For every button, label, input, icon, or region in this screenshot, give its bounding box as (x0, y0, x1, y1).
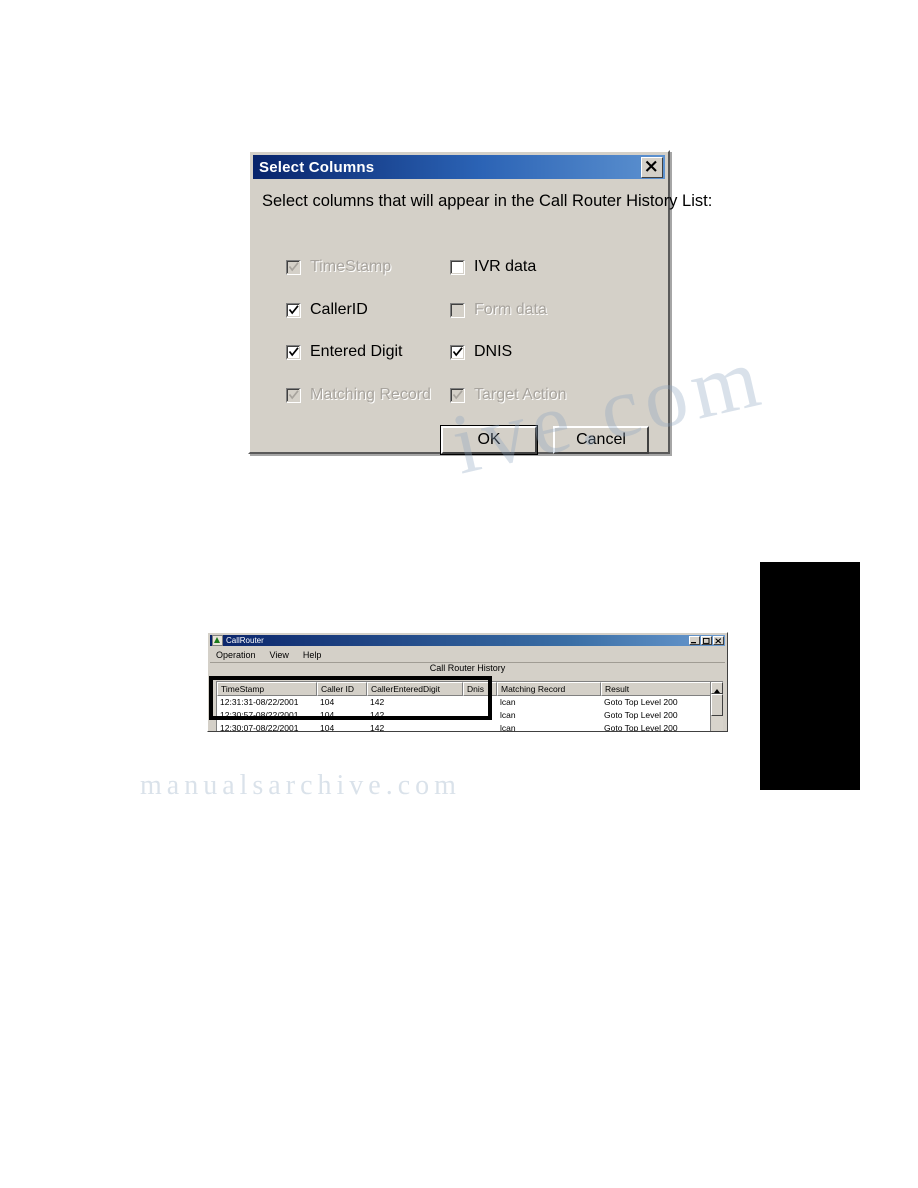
column-header-matching-record[interactable]: Matching Record (497, 682, 601, 696)
column-header-timestamp[interactable]: TimeStamp (217, 682, 317, 696)
maximize-button[interactable] (701, 636, 712, 645)
callrouter-menubar: Operation View Help (210, 648, 725, 663)
cell-matching-record: lcan (500, 710, 516, 720)
checkbox-callerid-label: CallerID (310, 301, 368, 318)
callrouter-window: CallRouter Operation View Help Call Rout… (207, 632, 728, 732)
scroll-up-button[interactable] (711, 682, 723, 694)
column-header-callerid[interactable]: Caller ID (317, 682, 367, 696)
cell-callerid: 104 (320, 697, 335, 707)
checkbox-target-action: Target Action (450, 386, 567, 404)
redaction-block (760, 562, 860, 790)
cell-callerid: 104 (320, 723, 335, 731)
scrollbar-thumb[interactable] (711, 694, 723, 716)
column-header-result[interactable]: Result (601, 682, 711, 696)
cell-dnis (463, 722, 497, 731)
cell-matching-record: lcan (500, 697, 516, 707)
checkbox-entered-digit-label: Entered Digit (310, 343, 403, 360)
cell-timestamp: 12:31:31-08/22/2001 (220, 697, 299, 707)
cell-matching-record: lcan (500, 723, 516, 731)
cell-entereddigit: 142 (370, 697, 385, 707)
check-icon (288, 304, 299, 314)
maximize-icon (703, 638, 710, 644)
cell-timestamp: 12:30:57-08/22/2001 (220, 710, 299, 720)
table-row[interactable]: 12:30:07-08/22/2001 104 142 lcan Goto To… (217, 722, 723, 731)
select-columns-dialog: Select Columns Select columns that will … (248, 150, 712, 455)
callrouter-app-icon (212, 635, 223, 646)
cell-result: Goto Top Level 200 (604, 697, 678, 707)
dialog-title: Select Columns (259, 158, 375, 176)
table-row[interactable]: 12:31:31-08/22/2001 104 142 lcan Goto To… (217, 696, 723, 709)
checkbox-ivr-data[interactable]: IVR data (450, 258, 536, 276)
checkbox-dnis-label: DNIS (474, 343, 513, 360)
close-icon (645, 160, 657, 172)
checkbox-callerid-box[interactable] (286, 302, 301, 318)
checkbox-dnis-box[interactable] (450, 344, 465, 360)
checkbox-timestamp-label: TimeStamp (310, 258, 392, 275)
cell-timestamp: 12:30:07-08/22/2001 (220, 723, 299, 731)
checkbox-target-action-label: Target Action (474, 386, 567, 403)
check-icon (288, 389, 299, 399)
column-header-dnis[interactable]: Dnis (463, 682, 497, 696)
checkbox-timestamp: TimeStamp (286, 258, 391, 276)
checkbox-target-action-box (450, 387, 465, 403)
check-icon (452, 346, 463, 356)
column-header-entereddigit[interactable]: CallerEnteredDigit (367, 682, 463, 696)
checkbox-form-data-box (450, 302, 465, 318)
cell-dnis (463, 696, 497, 709)
window-close-button[interactable] (713, 636, 724, 645)
cell-dnis (463, 709, 497, 722)
watermark-line-2: manualsarchive.com (140, 770, 461, 801)
history-scrollbar[interactable] (710, 682, 723, 731)
cell-result: Goto Top Level 200 (604, 710, 678, 720)
dialog-instruction: Select columns that will appear in the C… (262, 192, 713, 210)
menu-view[interactable]: View (270, 650, 289, 660)
dialog-titlebar: Select Columns (253, 155, 665, 179)
history-list[interactable]: TimeStamp Caller ID CallerEnteredDigit D… (216, 681, 723, 731)
cell-result: Goto Top Level 200 (604, 723, 678, 731)
close-button[interactable] (641, 156, 663, 178)
cancel-button[interactable]: Cancel (553, 426, 649, 454)
checkbox-matching-record-box (286, 387, 301, 403)
ok-button[interactable]: OK (440, 425, 538, 455)
chevron-up-icon (714, 689, 720, 693)
cell-callerid: 104 (320, 710, 335, 720)
checkbox-timestamp-box (286, 259, 301, 275)
checkbox-ivr-data-box[interactable] (450, 259, 465, 275)
window-buttons (689, 636, 724, 645)
history-header-row: TimeStamp Caller ID CallerEnteredDigit D… (217, 682, 723, 696)
check-icon (288, 346, 299, 356)
checkbox-matching-record: Matching Record (286, 386, 431, 404)
dialog-body: Select columns that will appear in the C… (250, 180, 712, 455)
check-icon (452, 389, 463, 399)
close-icon (715, 638, 722, 644)
minimize-icon (691, 642, 696, 644)
checkbox-ivr-data-label: IVR data (474, 258, 537, 275)
menu-operation[interactable]: Operation (216, 650, 256, 660)
checkbox-form-data: Form data (450, 301, 547, 319)
menu-help[interactable]: Help (303, 650, 322, 660)
checkbox-dnis[interactable]: DNIS (450, 343, 512, 361)
checkbox-callerid[interactable]: CallerID (286, 301, 368, 319)
checkbox-entered-digit[interactable]: Entered Digit (286, 343, 403, 361)
callrouter-history-heading: Call Router History (429, 663, 506, 673)
cell-entereddigit: 142 (370, 710, 385, 720)
checkbox-matching-record-label: Matching Record (310, 386, 431, 403)
table-row[interactable]: 12:30:57-08/22/2001 104 142 lcan Goto To… (217, 709, 723, 722)
minimize-button[interactable] (689, 636, 700, 645)
checkbox-form-data-label: Form data (474, 301, 547, 318)
cell-entereddigit: 142 (370, 723, 385, 731)
checkbox-entered-digit-box[interactable] (286, 344, 301, 360)
callrouter-title: CallRouter (226, 636, 264, 645)
check-icon (288, 261, 299, 271)
callrouter-titlebar: CallRouter (210, 635, 725, 646)
